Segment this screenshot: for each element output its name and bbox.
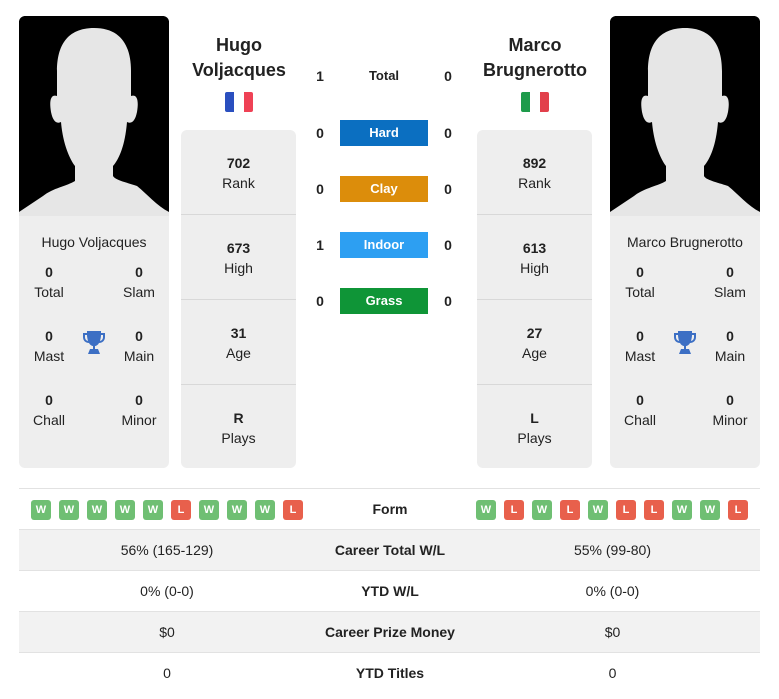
h2h-total-p1: 1 xyxy=(316,68,324,84)
avatar-silhouette-icon xyxy=(610,16,760,216)
form-loss-badge[interactable]: L xyxy=(171,500,191,520)
h2h-indoor-row: 1 Indoor 0 xyxy=(305,232,465,258)
title-mast: 0 Mast xyxy=(33,328,65,364)
form-loss-badge[interactable]: L xyxy=(728,500,748,520)
form-win-badge[interactable]: W xyxy=(532,500,552,520)
form-win-badge[interactable]: W xyxy=(672,500,692,520)
player2-stats: 892 Rank 613 High 27 Age L Plays xyxy=(477,130,592,468)
player2-titles: 0 Total 0 Slam 0 Mast 0 Main 0 Chall 0 M… xyxy=(610,262,760,462)
title-minor: 0 Minor xyxy=(712,392,748,428)
title-total: 0 Total xyxy=(625,264,655,300)
form-win-badge[interactable]: W xyxy=(31,500,51,520)
form-win-badge[interactable]: W xyxy=(59,500,79,520)
table-row: $0 Career Prize Money $0 xyxy=(19,612,760,653)
player1-card-name: Hugo Voljacques xyxy=(41,234,147,250)
stat-age: 27 Age xyxy=(477,300,592,385)
stat-rank: 702 Rank xyxy=(181,130,296,215)
h2h-total-row: 1 Total 0 xyxy=(305,63,465,89)
h2h-total-p2: 0 xyxy=(444,68,452,84)
title-minor: 0 Minor xyxy=(121,392,157,428)
surface-clay-badge[interactable]: Clay xyxy=(340,176,428,202)
avatar-silhouette-icon xyxy=(19,16,169,216)
player2-form: WLWLWLLWWL xyxy=(476,500,748,520)
form-win-badge[interactable]: W xyxy=(227,500,247,520)
stat-high: 613 High xyxy=(477,215,592,300)
title-slam: 0 Slam xyxy=(714,264,746,300)
form-win-badge[interactable]: W xyxy=(87,500,107,520)
h2h-hard-row: 0 Hard 0 xyxy=(305,120,465,146)
player1-photo xyxy=(19,16,169,216)
h2h-total-label: Total xyxy=(368,68,400,83)
stat-high: 673 High xyxy=(181,215,296,300)
title-slam: 0 Slam xyxy=(123,264,155,300)
player1-profile-card: Hugo Voljacques 0 Total 0 Slam 0 Mast 0 … xyxy=(19,16,169,468)
trophy-icon xyxy=(674,331,696,354)
table-row: 56% (165-129) Career Total W/L 55% (99-8… xyxy=(19,530,760,571)
stat-rank: 892 Rank xyxy=(477,130,592,215)
italy-flag-icon xyxy=(521,92,549,112)
player2-card-name: Marco Brugnerotto xyxy=(627,234,743,250)
title-total: 0 Total xyxy=(34,264,64,300)
title-main: 0 Main xyxy=(123,328,155,364)
form-win-badge[interactable]: W xyxy=(476,500,496,520)
form-win-badge[interactable]: W xyxy=(115,500,135,520)
title-chall: 0 Chall xyxy=(33,392,65,428)
title-mast: 0 Mast xyxy=(624,328,656,364)
title-main: 0 Main xyxy=(714,328,746,364)
form-loss-badge[interactable]: L xyxy=(644,500,664,520)
form-loss-badge[interactable]: L xyxy=(283,500,303,520)
form-loss-badge[interactable]: L xyxy=(504,500,524,520)
stat-plays: R Plays xyxy=(221,410,256,446)
comparison-table: WWWWWLWWWL Form WLWLWLLWWL 56% (165-129)… xyxy=(19,488,760,694)
france-flag-icon xyxy=(225,92,253,112)
form-win-badge[interactable]: W xyxy=(700,500,720,520)
player1-titles: 0 Total 0 Slam 0 Mast 0 Main 0 Chall 0 M… xyxy=(19,262,169,462)
title-chall: 0 Chall xyxy=(624,392,656,428)
form-win-badge[interactable]: W xyxy=(143,500,163,520)
form-label: Form xyxy=(372,501,408,517)
h2h-grass-row: 0 Grass 0 xyxy=(305,288,465,314)
player2-photo xyxy=(610,16,760,216)
surface-indoor-badge[interactable]: Indoor xyxy=(340,232,428,258)
trophy-icon xyxy=(83,331,105,354)
player1-name[interactable]: Hugo Voljacques xyxy=(169,33,309,83)
surface-hard-badge[interactable]: Hard xyxy=(340,120,428,146)
form-win-badge[interactable]: W xyxy=(588,500,608,520)
form-loss-badge[interactable]: L xyxy=(616,500,636,520)
player2-profile-card: Marco Brugnerotto 0 Total 0 Slam 0 Mast … xyxy=(610,16,760,468)
form-row: WWWWWLWWWL Form WLWLWLLWWL xyxy=(19,489,760,530)
surface-grass-badge[interactable]: Grass xyxy=(340,288,428,314)
h2h-clay-row: 0 Clay 0 xyxy=(305,176,465,202)
table-row: 0% (0-0) YTD W/L 0% (0-0) xyxy=(19,571,760,612)
player1-stats: 702 Rank 673 High 31 Age R Plays xyxy=(181,130,296,468)
form-win-badge[interactable]: W xyxy=(199,500,219,520)
player1-form: WWWWWLWWWL xyxy=(31,500,303,520)
player2-name[interactable]: Marco Brugnerotto xyxy=(465,33,605,83)
stat-plays: L Plays xyxy=(517,410,552,446)
form-loss-badge[interactable]: L xyxy=(560,500,580,520)
form-win-badge[interactable]: W xyxy=(255,500,275,520)
stat-age: 31 Age xyxy=(181,300,296,385)
table-row: 0 YTD Titles 0 xyxy=(163,665,617,681)
